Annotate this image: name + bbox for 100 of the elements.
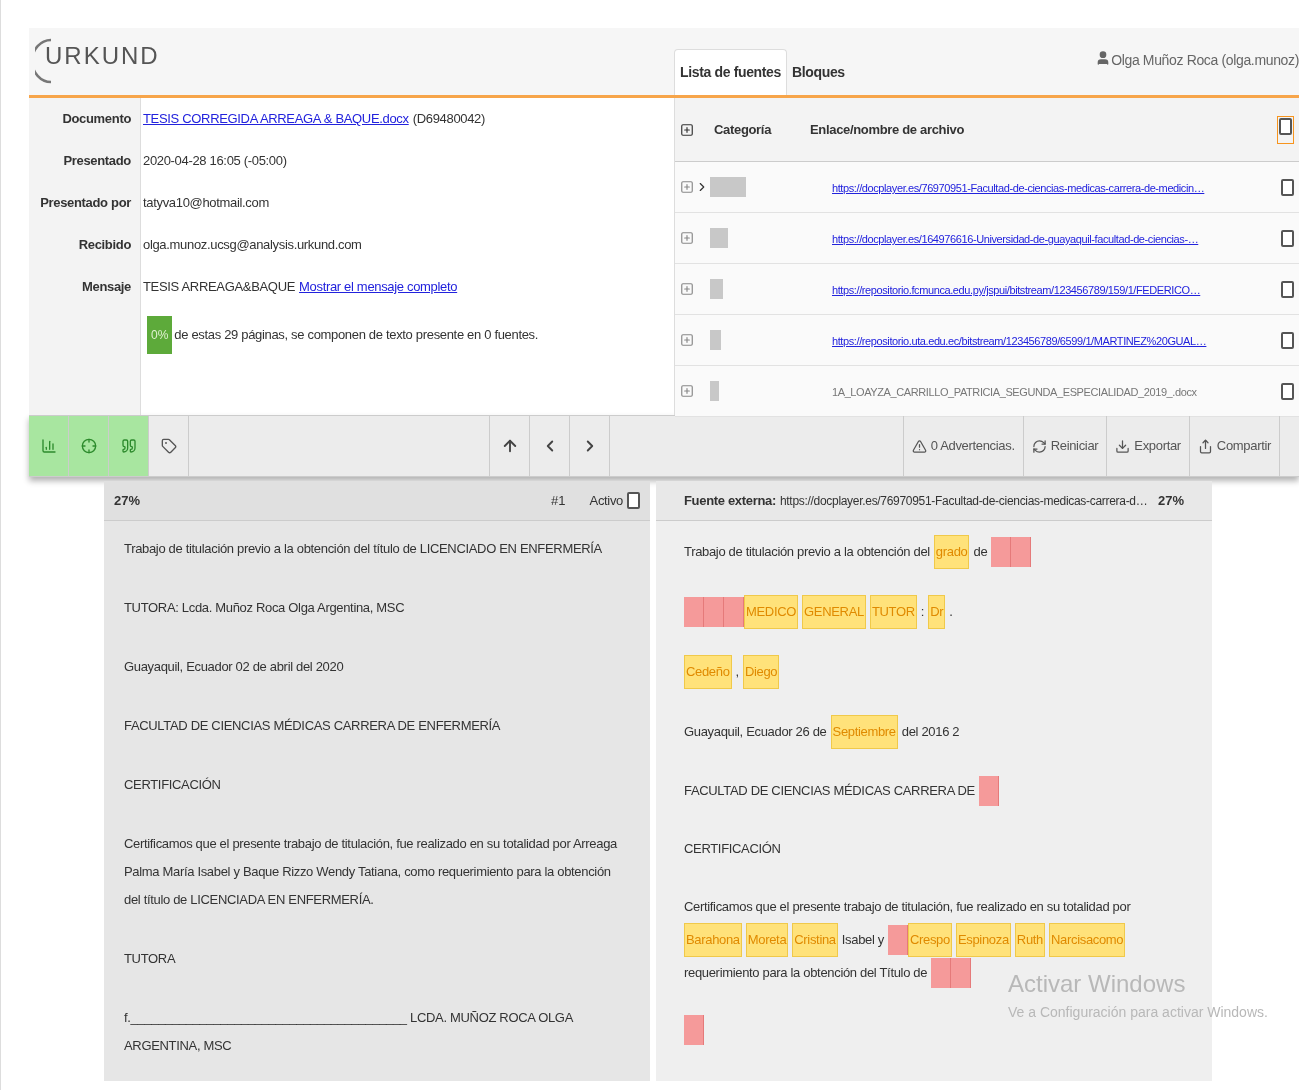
link[interactable]: Mostrar el mensaje completo	[299, 277, 458, 297]
reset-button[interactable]: Reiniciar	[1022, 416, 1107, 476]
warning-icon	[911, 438, 927, 454]
document-paragraph: CERTIFICACIÓN	[124, 776, 222, 794]
select-all-checkbox[interactable]	[1279, 117, 1292, 135]
export-button[interactable]: Exportar	[1106, 416, 1189, 476]
view-toggle-button[interactable]	[69, 416, 109, 476]
source-text: Isabel y	[841, 931, 884, 949]
match-percent: 27%	[114, 491, 142, 510]
document-paragraph: Certificamos que el presente trabajo de titulación, fue realizado en su totalidad por Arreaga Palma María Isabel y Baque Rizzo Wendy Tatiana, como requerimiento para la obtención del título de LICENCIADA EN ENFERMERÍA.	[124, 835, 618, 909]
field-label: Recibido	[77, 236, 132, 255]
source-text: Guayaquil, Ecuador 26 de	[684, 723, 827, 741]
match-bar	[710, 279, 723, 299]
document-paragraph: FACULTAD DE CIENCIAS MÉDICAS CARRERA DE ENFERMERÍA	[124, 717, 502, 735]
field-label: Documento	[61, 110, 132, 129]
match-bar	[710, 228, 728, 248]
matched-text: Espinoza	[955, 923, 1011, 957]
row-checkbox[interactable]	[1281, 280, 1294, 298]
redacted-block	[724, 597, 744, 627]
view-toggle-button[interactable]	[29, 416, 69, 476]
active-label: Activo	[589, 491, 623, 510]
matched-text: Crespo	[907, 923, 952, 957]
field-value: TESIS ARREAGA&BAQUE	[143, 278, 296, 297]
matched-text: TUTOR	[869, 595, 917, 629]
redacted-block	[991, 537, 1012, 567]
field-label: Presentado	[62, 152, 132, 171]
expand-all-icon[interactable]	[680, 122, 694, 137]
quote-icon	[120, 438, 137, 454]
document-paragraph: Trabajo de titulación previo a la obtención del título de LICENCIADO EN ENFERMERÍA	[124, 540, 603, 558]
row-checkbox[interactable]	[1281, 331, 1294, 349]
share-button[interactable]: Compartir	[1188, 416, 1279, 476]
source-url: https://docplayer.es/76970951-Facultad-de-ciencias-medicas-carrera-d…	[779, 492, 1149, 510]
matched-text: Moreta	[745, 923, 789, 957]
source-label: Fuente externa:	[684, 491, 776, 510]
column-header: Enlace/nombre de archivo	[810, 120, 966, 139]
matched-text: Dr	[928, 595, 946, 629]
source-link[interactable]: https://docplayer.es/76970951-Facultad-de-ciencias-medicas-carrera-de-medicin…	[832, 182, 1205, 194]
matched-text: Septiembre	[830, 715, 898, 749]
document-paragraph: Guayaquil, Ecuador 02 de abril del 2020	[124, 658, 345, 676]
redacted-block	[951, 958, 972, 988]
expand-icon[interactable]	[680, 180, 694, 194]
matched-text: Narcisacomo	[1049, 923, 1126, 957]
expand-icon[interactable]	[680, 282, 694, 296]
tab[interactable]: Lista de fuentes	[674, 49, 787, 95]
matched-text: GENERAL	[802, 595, 866, 629]
user-name: Olga Muñoz Roca (olga.munoz)	[1111, 51, 1299, 70]
matched-text: MEDICO	[744, 595, 799, 629]
chart-icon	[40, 438, 57, 454]
tag-icon	[160, 438, 177, 454]
match-percent: 27%	[1157, 491, 1184, 510]
source-text: requerimiento para la obtención del Título de	[684, 964, 928, 982]
match-bar	[710, 330, 721, 350]
tab[interactable]: Bloques	[787, 49, 850, 95]
match-bar	[710, 381, 719, 401]
source-file: 1A_LOAYZA_CARRILLO_PATRICIA_SEGUNDA_ESPECIALIDAD_2019_.docx	[832, 386, 1197, 398]
field-label: Mensaje	[80, 278, 132, 297]
active-checkbox[interactable]	[627, 492, 640, 509]
redacted-block	[978, 776, 999, 806]
expand-icon[interactable]	[680, 231, 694, 245]
row-checkbox[interactable]	[1281, 382, 1294, 400]
source-link[interactable]: https://repositorio.fcmunca.edu.py/jspui/bitstream/123456789/159/1/FEDERICO…	[832, 284, 1201, 296]
logo-text: URKUND	[45, 41, 160, 71]
field-value: (D69480042)	[412, 110, 486, 129]
warnings-button[interactable]: 0 Advertencias.	[902, 416, 1023, 476]
redacted-block	[887, 925, 908, 955]
source-link[interactable]: https://docplayer.es/164976616-Universidad-de-guayaquil-facultad-de-ciencias-…	[832, 233, 1199, 245]
refresh-icon	[1031, 438, 1047, 454]
share-icon	[1197, 438, 1213, 454]
source-text: .	[949, 603, 953, 621]
source-link[interactable]: https://repositorio.uta.edu.ec/bitstream/123456789/6599/1/MARTINEZ%20GUAL…	[832, 335, 1207, 347]
row-checkbox[interactable]	[1281, 229, 1294, 247]
expand-icon[interactable]	[680, 333, 694, 347]
source-text: de	[973, 543, 988, 561]
matched-text: Cristina	[792, 923, 838, 957]
view-toggle-button[interactable]	[109, 416, 149, 476]
percent-badge: 0%	[147, 316, 173, 354]
matched-text: grado	[933, 535, 970, 569]
source-text: CERTIFICACIÓN	[684, 840, 781, 858]
field-value: olga.munoz.ucsg@analysis.urkund.com	[143, 236, 362, 255]
redacted-block	[684, 1015, 704, 1045]
link[interactable]: TESIS CORREGIDA ARREAGA & BAQUE.docx	[143, 109, 409, 129]
download-icon	[1115, 438, 1131, 454]
match-index: #1	[551, 491, 566, 510]
column-header: Categoría	[713, 120, 773, 139]
crosshair-icon	[80, 438, 97, 454]
row-checkbox[interactable]	[1281, 178, 1294, 196]
source-text: del 2016 2	[901, 723, 960, 741]
document-paragraph: TUTORA: Lcda. Muñoz Roca Olga Argentina, MSC	[124, 599, 406, 617]
redacted-block	[684, 597, 704, 627]
source-text: ,	[735, 663, 739, 681]
field-label: Presentado por	[39, 194, 132, 213]
matched-text: Cedeño	[684, 655, 732, 689]
expand-icon[interactable]	[680, 384, 694, 398]
source-text: Trabajo de titulación previo a la obtención del	[684, 543, 930, 561]
matched-text: Diego	[742, 655, 780, 689]
summary-text: de estas 29 páginas, se componen de texto presente en 0 fuentes.	[174, 326, 539, 345]
matched-text: Barahona	[684, 923, 742, 957]
document-paragraph: TUTORA	[124, 950, 177, 968]
source-text: FACULTAD DE CIENCIAS MÉDICAS CARRERA DE	[684, 782, 975, 800]
source-text: Certificamos que el presente trabajo de titulación, fue realizado en su totalidad por	[684, 898, 1131, 916]
